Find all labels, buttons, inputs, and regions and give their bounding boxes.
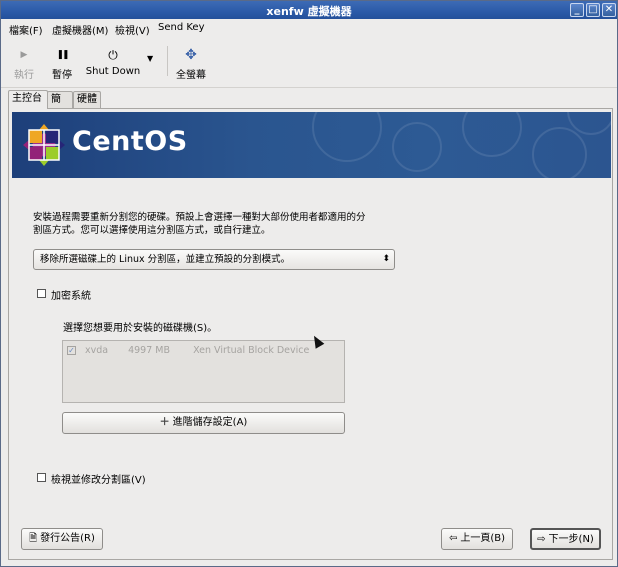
disk-model: Xen Virtual Block Device [193, 345, 310, 356]
toolbar-separator [167, 46, 168, 76]
menu-bar: 檔案(F) 虛擬機器(M) 檢視(V) Send Key [1, 19, 617, 37]
partition-description: 安裝過程需要重新分割您的硬碟。預設上會選擇一種對大部份使用者都適用的分割區方式。… [33, 212, 366, 236]
review-partitions-label[interactable]: 檢視並修改分割區(V) [51, 471, 146, 486]
fullscreen-label: 全螢幕 [176, 70, 206, 81]
disk-list: ✓ xvda 4997 MB Xen Virtual Block Device [62, 340, 345, 403]
fullscreen-button[interactable]: ✥ 全螢幕 [171, 38, 211, 84]
pause-button[interactable]: ❚❚ 暫停 [45, 38, 79, 84]
menu-view[interactable]: 檢視(V) [115, 22, 150, 37]
shutdown-menu-arrow-icon[interactable]: ▼ [147, 54, 153, 63]
partition-layout-select[interactable]: 移除所選磁碟上的 Linux 分割區，並建立預設的分割模式。 ⬍ [33, 249, 395, 270]
back-arrow-icon: ⇦ [448, 533, 458, 544]
document-icon: 🗎 [29, 533, 38, 544]
shutdown-button[interactable]: ⏻ Shut Down [83, 38, 143, 84]
banner-swirl [462, 112, 522, 157]
encrypt-checkbox[interactable] [37, 289, 46, 298]
back-label: 上一頁(B) [460, 533, 506, 544]
disk-name: xvda [85, 345, 109, 356]
close-button[interactable]: ✕ [602, 3, 616, 17]
disk-row[interactable]: ✓ xvda 4997 MB Xen Virtual Block Device [67, 345, 309, 356]
menu-file[interactable]: 檔案(F) [9, 22, 43, 37]
console-panel: CentOS 安裝過程需要重新分割您的硬碟。預設上會選擇一種對大部份使用者都適用… [8, 108, 613, 560]
power-icon: ⏻ [108, 48, 118, 62]
shutdown-label: Shut Down [85, 66, 141, 77]
release-notes-button[interactable]: 🗎 發行公告(R) [21, 528, 103, 550]
play-icon: ▶ [20, 50, 28, 60]
tab-overview[interactable]: 簡介 [47, 91, 73, 121]
centos-logo-icon [23, 124, 65, 166]
add-icon: ＋ [159, 417, 170, 428]
title-bar[interactable]: xenfw 虛擬機器 _ □ ✕ [1, 1, 617, 19]
run-label: 執行 [14, 70, 34, 81]
partition-layout-value: 移除所選磁碟上的 Linux 分割區，並建立預設的分割模式。 [40, 254, 291, 265]
disk-checkbox[interactable]: ✓ [67, 346, 76, 355]
menu-send-key[interactable]: Send Key [158, 22, 205, 33]
review-partitions-checkbox[interactable] [37, 473, 46, 482]
next-button[interactable]: ⇨ 下一步(N) [530, 528, 601, 550]
window-title: xenfw 虛擬機器 [266, 5, 352, 18]
centos-banner: CentOS [12, 112, 611, 178]
release-notes-label: 發行公告(R) [40, 533, 95, 544]
fullscreen-icon: ✥ [185, 47, 197, 63]
banner-swirl [532, 127, 587, 178]
menu-virtual-machine[interactable]: 虛擬機器(M) [52, 22, 108, 37]
maximize-button[interactable]: □ [586, 3, 600, 17]
banner-swirl [312, 112, 382, 162]
tab-console[interactable]: 主控台 [8, 90, 48, 109]
toolbar: ▶ 執行 ❚❚ 暫停 ⏻ Shut Down ▼ ✥ 全螢幕 [1, 38, 617, 88]
back-button[interactable]: ⇦ 上一頁(B) [441, 528, 513, 550]
centos-wordmark: CentOS [72, 126, 188, 157]
disk-size: 4997 MB [128, 345, 170, 356]
disk-prompt: 選擇您想要用於安裝的磁碟機(S)。 [63, 323, 218, 334]
next-label: 下一步(N) [548, 534, 594, 545]
encrypt-label[interactable]: 加密系統 [51, 287, 91, 302]
next-arrow-icon: ⇨ [537, 534, 546, 545]
vm-window: xenfw 虛擬機器 _ □ ✕ 檔案(F) 虛擬機器(M) 檢視(V) Sen… [0, 0, 618, 567]
banner-swirl [392, 122, 442, 172]
run-button[interactable]: ▶ 執行 [7, 38, 41, 84]
advanced-storage-button[interactable]: ＋進階儲存設定(A) [62, 412, 345, 434]
pause-label: 暫停 [52, 70, 72, 81]
advanced-storage-label: 進階儲存設定(A) [172, 417, 248, 428]
pause-icon: ❚❚ [56, 50, 69, 60]
select-arrows-icon: ⬍ [382, 254, 390, 264]
tab-hardware[interactable]: 硬體 [73, 91, 101, 109]
minimize-button[interactable]: _ [570, 3, 584, 17]
